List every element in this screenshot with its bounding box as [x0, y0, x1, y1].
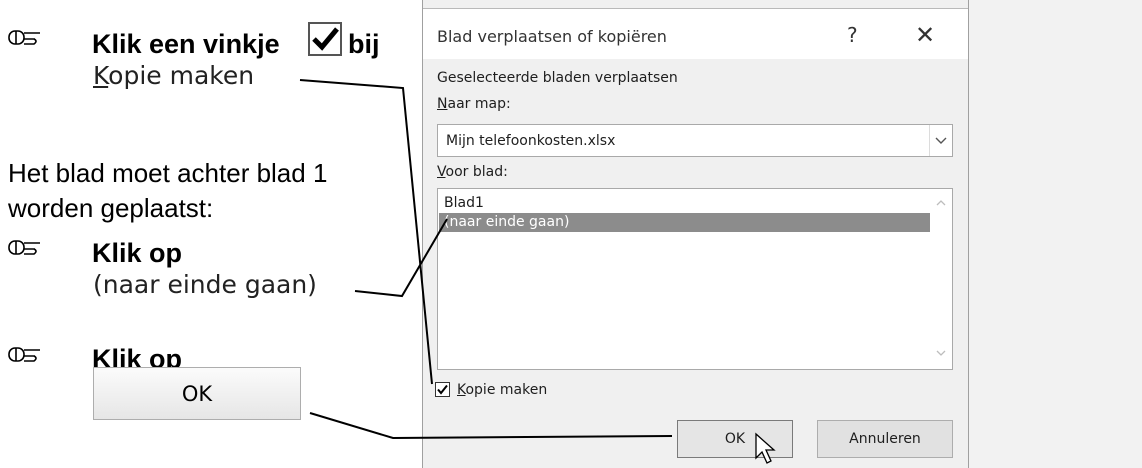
sheet-listbox[interactable]: Blad1 (naar einde gaan)	[437, 188, 953, 370]
step1-text: Klik een vinkje	[92, 29, 280, 59]
info-line-1: Het blad moet achter blad 1	[8, 158, 328, 188]
list-item-naar-einde-gaan[interactable]: (naar einde gaan)	[439, 213, 930, 232]
listbox-scrollbar[interactable]	[930, 189, 952, 369]
step1-target-label: Kopie maken	[93, 61, 255, 90]
map-label: Naar map:	[437, 96, 511, 112]
voor-blad-label: Voor blad:	[437, 164, 508, 180]
help-button[interactable]: ?	[847, 23, 858, 47]
section-label: Geselecteerde bladen verplaatsen	[437, 70, 678, 86]
pointing-hand-icon	[8, 240, 40, 255]
info-line-2: worden geplaatst:	[8, 193, 214, 223]
ok-button-illustration: OK	[93, 367, 301, 420]
dialog-titlebar: Blad verplaatsen of kopiëren ? ✕	[423, 8, 968, 59]
scroll-arrows	[936, 200, 946, 356]
dialog-title: Blad verplaatsen of kopiëren	[437, 27, 667, 46]
step2-text: Klik op	[92, 238, 183, 268]
move-copy-dialog: Blad verplaatsen of kopiëren ? ✕ Geselec…	[422, 0, 969, 468]
background-panel	[969, 0, 1142, 468]
map-dropdown[interactable]: Mijn telefoonkosten.xlsx	[437, 124, 953, 157]
close-button[interactable]: ✕	[915, 21, 935, 49]
dropdown-button[interactable]	[929, 125, 952, 156]
checkmark-icon	[437, 384, 448, 395]
checkbox-illustration	[308, 22, 342, 56]
copy-checkbox-label[interactable]: Kopie maken	[457, 382, 547, 398]
list-item-blad1[interactable]: Blad1	[439, 194, 930, 213]
chevron-down-icon	[935, 137, 947, 144]
map-dropdown-value: Mijn telefoonkosten.xlsx	[446, 133, 616, 149]
pointing-hand-icon	[8, 347, 40, 362]
checkmark-icon	[312, 27, 339, 51]
mouse-cursor-icon	[755, 432, 776, 464]
copy-checkbox[interactable]	[435, 382, 450, 397]
pointing-hand-icon	[8, 30, 40, 45]
step1-text-post: bij	[348, 29, 380, 59]
step2-target-label: (naar einde gaan)	[93, 270, 317, 299]
cancel-button[interactable]: Annuleren	[817, 420, 953, 458]
